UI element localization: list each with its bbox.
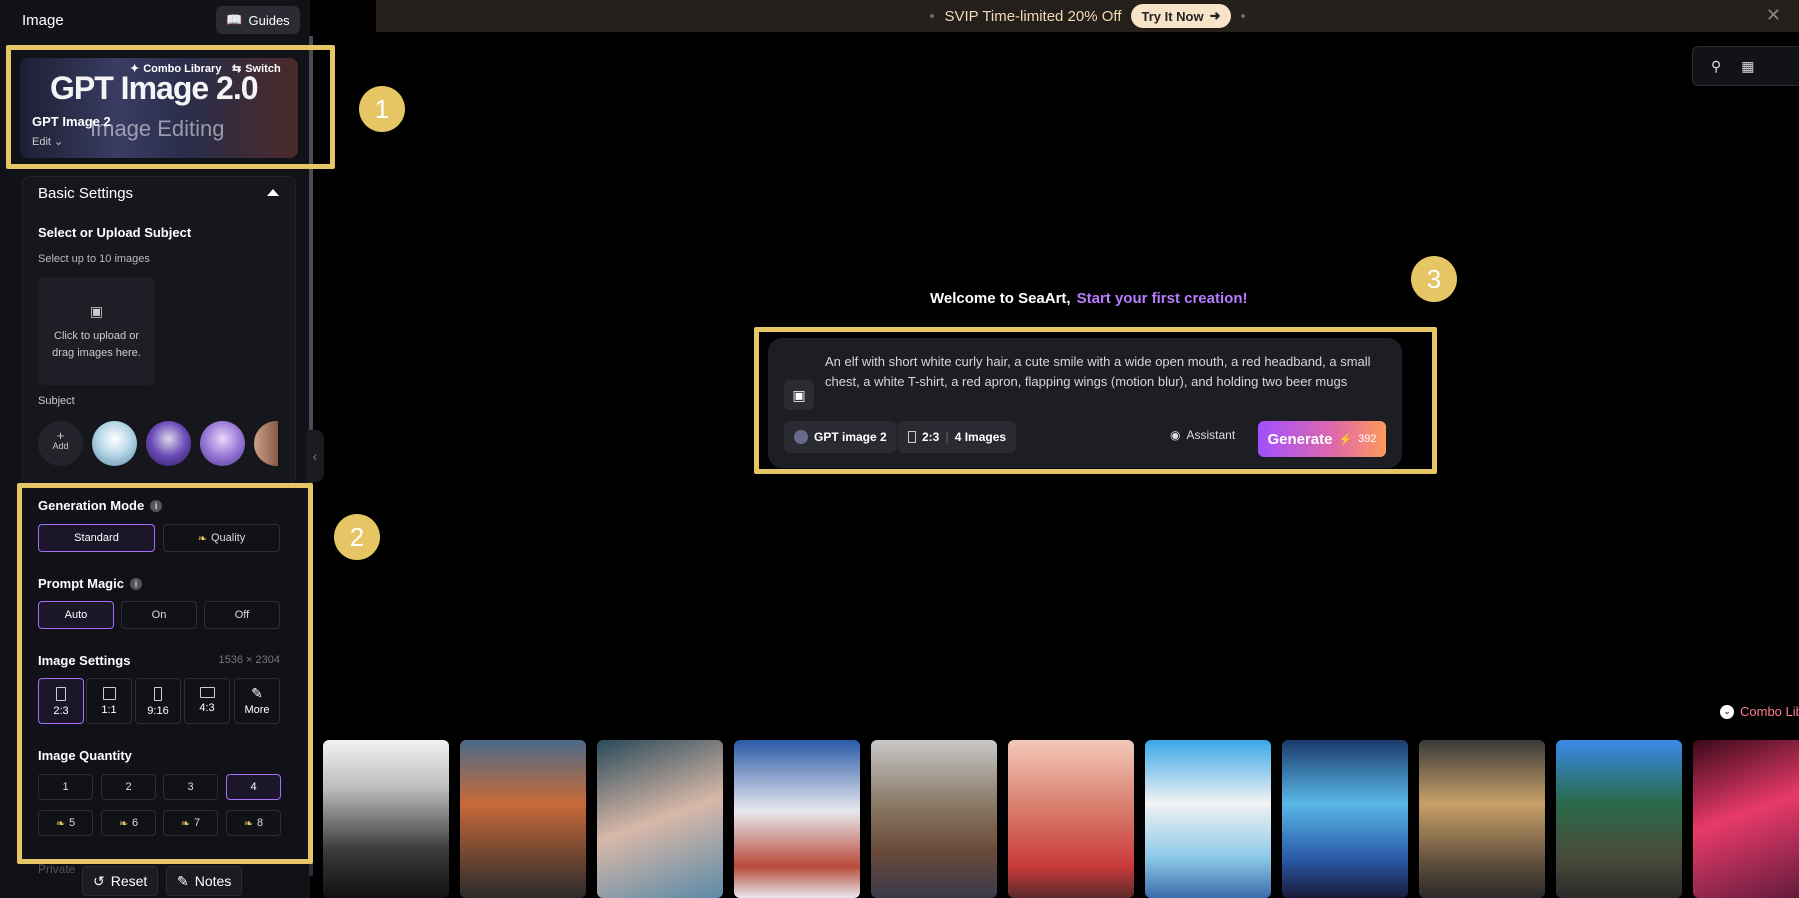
basic-settings-panel: Basic Settings Select or Upload Subject … [22,176,296,484]
grid-view-icon[interactable]: ▦ [1741,58,1754,75]
inspiration-gallery [323,740,1799,898]
chevron-left-icon: ‹ [312,448,318,464]
model-chip-label: GPT image 2 [814,430,887,444]
subject-avatar[interactable] [92,421,137,466]
gallery-thumbnail[interactable] [1282,740,1408,898]
collapse-sidebar-button[interactable]: ‹ [306,430,324,482]
subject-label: Subject [38,395,75,407]
image-upload-icon: ▣ [89,303,104,319]
welcome-accent-link[interactable]: Start your first creation! [1077,290,1248,307]
close-icon[interactable]: ✕ [1766,5,1781,26]
subject-hint: Select up to 10 images [38,253,150,265]
gallery-thumbnail[interactable] [460,740,586,898]
add-subject-label: Add [52,441,69,451]
annotation-badge-3: 3 [1411,256,1457,302]
annotation-badge-1: 1 [359,86,405,132]
ratio-chip-label: 2:3 [922,430,940,444]
count-chip-label: 4 Images [954,430,1007,444]
reset-label: Reset [110,873,148,889]
reset-icon: ↺ [93,872,105,889]
gallery-thumbnail[interactable] [1008,740,1134,898]
annotation-badge-2: 2 [334,514,380,560]
subject-list: + Add [38,421,278,466]
book-icon: 📖 [226,12,243,27]
plus-icon: + [56,428,65,443]
add-subject-button[interactable]: + Add [38,421,83,466]
upload-dropzone[interactable]: ▣ Click to upload or drag images here. [38,277,155,385]
notes-label: Notes [194,873,232,889]
gallery-thumbnail[interactable] [1556,740,1682,898]
combo-library-link[interactable]: ⌄ Combo Library [1720,704,1799,719]
generate-button[interactable]: Generate ⚡ 392 [1258,421,1386,457]
reset-button[interactable]: ↺ Reset [82,866,159,896]
sidebar-title: Image [22,12,64,29]
upload-text: Click to upload or drag images here. [52,330,141,359]
prompt-input[interactable]: An elf with short white curly hair, a cu… [825,352,1385,392]
assistant-icon: ◉ [1170,428,1181,442]
portrait-icon [908,431,916,443]
model-avatar-icon [794,430,808,444]
ratio-count-chip[interactable]: 2:3 | 4 Images [898,421,1017,453]
notes-button[interactable]: ✎ Notes [166,866,243,896]
highlight-box-2 [17,483,313,864]
generate-cost: 392 [1358,433,1377,445]
search-icon[interactable]: ⚲ [1711,58,1721,75]
prompt-box: ▣ An elf with short white curly hair, a … [768,338,1402,468]
gallery-thumbnail[interactable] [1693,740,1799,898]
guides-button[interactable]: 📖 Guides [216,6,300,34]
assistant-button[interactable]: ◉ Assistant [1170,428,1235,442]
gallery-thumbnail[interactable] [323,740,449,898]
subject-avatar[interactable] [200,421,245,466]
assistant-label: Assistant [1186,428,1236,442]
guides-label: Guides [248,12,290,28]
view-toolbar: ⚲ ▦ [1692,46,1799,86]
welcome-message: Welcome to SeaArt, Start your first creat… [930,290,1247,307]
image-reference-icon[interactable]: ▣ [784,380,814,410]
promo-banner: • SVIP Time-limited 20% Off Try It Now ➜… [376,0,1799,32]
combo-library-link-container: ⌄ Combo Library [1720,700,1799,724]
gallery-thumbnail[interactable] [1419,740,1545,898]
gallery-thumbnail[interactable] [1145,740,1271,898]
try-it-now-label: Try It Now [1141,8,1204,24]
basic-settings-title[interactable]: Basic Settings [38,185,133,202]
gallery-thumbnail[interactable] [597,740,723,898]
gallery-thumbnail[interactable] [734,740,860,898]
lightning-icon: ⚡ [1338,433,1353,446]
private-label: Private [38,862,76,876]
generate-label: Generate [1267,430,1333,448]
divider: | [945,430,949,444]
model-chip[interactable]: GPT image 2 [784,421,897,453]
welcome-text: Welcome to SeaArt, [930,290,1071,307]
arrow-right-circle-icon: ➜ [1209,8,1221,23]
promo-text: SVIP Time-limited 20% Off [944,7,1122,25]
dot-icon: • [929,7,935,25]
combo-library-link-label: Combo Library [1740,704,1799,719]
subject-avatar[interactable] [254,421,278,466]
subject-section-title: Select or Upload Subject [38,225,192,240]
try-it-now-button[interactable]: Try It Now ➜ [1131,4,1231,28]
subject-avatar[interactable] [146,421,191,466]
highlight-box-1 [6,45,335,169]
chevron-down-circle-icon: ⌄ [1720,704,1734,719]
gallery-thumbnail[interactable] [871,740,997,898]
collapse-caret-icon[interactable] [267,189,279,196]
dot-icon: • [1240,7,1246,25]
notes-icon: ✎ [177,872,189,889]
